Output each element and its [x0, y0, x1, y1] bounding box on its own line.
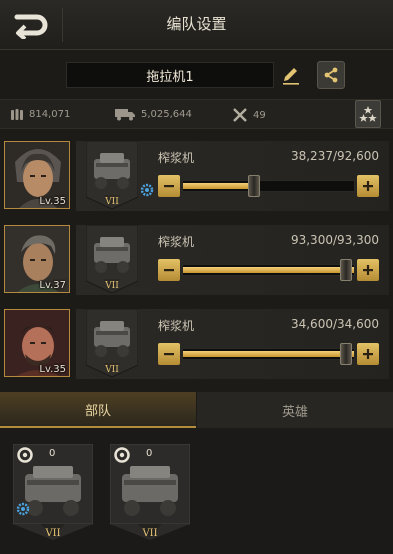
header-bar: 编队设置: [0, 0, 393, 50]
count-slider[interactable]: [182, 259, 355, 281]
unit-tier: VII: [44, 528, 60, 539]
tank-image: VII: [86, 225, 138, 293]
tabs-bar: 部队 英雄: [0, 392, 393, 428]
unit-name: 榨浆机: [158, 319, 195, 333]
minus-icon: [164, 353, 174, 356]
tank-image: VII: [86, 309, 138, 377]
plus-icon: [363, 181, 373, 191]
unit-tier: VII: [104, 365, 119, 375]
minus-button[interactable]: [158, 343, 180, 365]
share-icon: [324, 67, 338, 83]
tire-icon: [114, 447, 130, 463]
unit-card[interactable]: VII: [86, 141, 154, 209]
reserve-count: 0: [49, 448, 56, 459]
unit-panel: VII 榨浆机 93,300/93,300: [76, 225, 389, 295]
reserve-count: 0: [146, 448, 153, 459]
slider-fill: [183, 267, 354, 273]
unit-panel: VII 榨浆机 34,600/34,600: [76, 309, 389, 379]
hero-portrait[interactable]: Lv.35: [4, 141, 70, 209]
unit-count: 34,600/34,600: [290, 317, 379, 331]
troop-row-3: Lv.35 VII 榨浆机 34,600/34,600: [0, 309, 393, 389]
troop-row-2: Lv.37 VII 榨浆机 93,300/93,300: [0, 225, 393, 305]
unit-name: 榨浆机: [158, 235, 195, 249]
unit-count: 93,300/93,300: [290, 233, 379, 247]
unit-card[interactable]: VII: [86, 309, 138, 377]
count-slider[interactable]: [182, 343, 355, 365]
bullets-icon: [11, 109, 23, 120]
gear-icon: [140, 183, 154, 197]
unit-card[interactable]: VII: [86, 225, 138, 293]
plus-button[interactable]: [357, 175, 379, 197]
unit-tier: VII: [141, 528, 157, 539]
gear-icon: [16, 502, 30, 516]
repair-value: 49: [253, 109, 266, 121]
slider-handle[interactable]: [247, 175, 260, 197]
edit-name-button[interactable]: [280, 64, 302, 86]
hero-portrait[interactable]: Lv.35: [4, 309, 70, 377]
minus-icon: [164, 269, 174, 272]
power-stat: 814,071: [10, 107, 70, 121]
truck-icon: [115, 109, 135, 121]
page-title: 编队设置: [166, 15, 227, 33]
share-button[interactable]: [317, 61, 345, 89]
formation-name-row: 拖拉机1: [0, 58, 393, 94]
slider-fill: [183, 351, 354, 357]
plus-button[interactable]: [357, 343, 379, 365]
minus-button[interactable]: [158, 175, 180, 197]
unit-name: 榨浆机: [158, 151, 195, 165]
slider-handle[interactable]: [340, 343, 352, 365]
power-value: 814,071: [29, 108, 71, 120]
stars-button[interactable]: [355, 100, 381, 128]
load-stat: 5,025,644: [114, 107, 192, 121]
minus-button[interactable]: [158, 259, 180, 281]
unit-panel: VII 榨浆机 38,237/92,600: [76, 141, 389, 211]
tank-image: VII: [86, 141, 138, 209]
stats-row: 814,071 5,025,644 49: [0, 99, 393, 129]
unit-tier: VII: [104, 197, 119, 207]
slider-handle[interactable]: [340, 259, 352, 281]
count-slider[interactable]: [182, 175, 355, 197]
wrench-icon: [233, 108, 247, 122]
unit-count: 38,237/92,600: [290, 149, 379, 163]
hero-level: Lv.35: [39, 196, 66, 207]
reserve-units: VII 0 VII 0: [0, 430, 393, 554]
plus-icon: [363, 349, 373, 359]
reserve-unit-card[interactable]: VII 0: [110, 444, 190, 540]
repair-stat: 49: [232, 107, 266, 123]
tab-heroes[interactable]: 英雄: [197, 392, 393, 428]
formation-name-field[interactable]: 拖拉机1: [66, 62, 274, 88]
plus-button[interactable]: [357, 259, 379, 281]
hero-level: Lv.35: [39, 364, 66, 375]
reserve-unit-card[interactable]: VII 0: [13, 444, 93, 540]
hero-portrait[interactable]: Lv.37: [4, 225, 70, 293]
minus-icon: [164, 185, 174, 188]
slider-fill: [183, 183, 254, 189]
tab-troops[interactable]: 部队: [0, 392, 196, 428]
troop-row-1: Lv.35 VII 榨浆机 38,237/92,600: [0, 141, 393, 221]
hero-level: Lv.37: [39, 280, 66, 291]
tire-icon: [17, 447, 33, 463]
stars-icon: [359, 106, 377, 122]
load-value: 5,025,644: [141, 108, 192, 120]
pencil-icon: [283, 68, 299, 85]
plus-icon: [363, 265, 373, 275]
unit-tier: VII: [104, 281, 119, 291]
